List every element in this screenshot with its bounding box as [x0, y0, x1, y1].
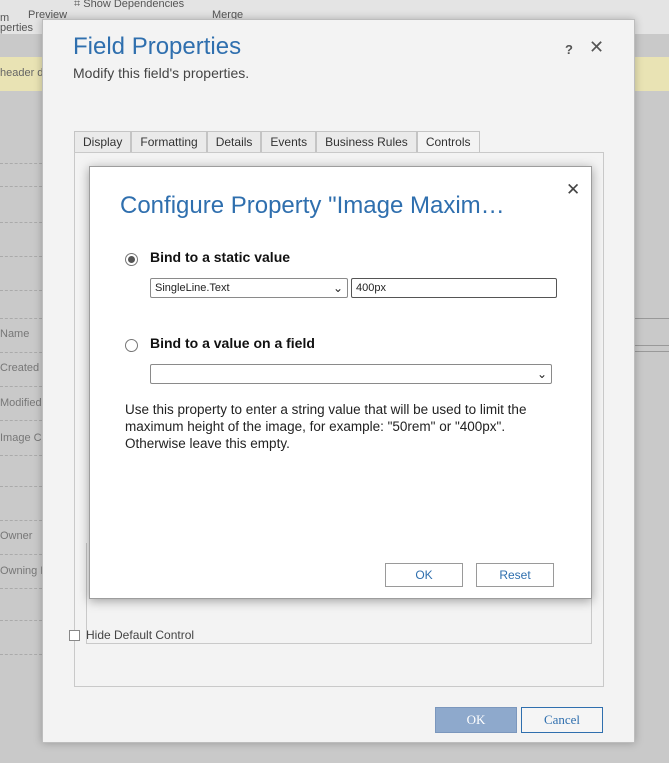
tab-details[interactable]: Details — [206, 131, 262, 152]
property-description: Use this property to enter a string valu… — [125, 402, 527, 451]
field-value-label: Bind to a value on a field — [150, 335, 315, 351]
chevron-down-icon: ⌄ — [536, 367, 547, 381]
divider — [0, 163, 42, 164]
toolbar-item-properties: perties — [0, 22, 34, 34]
static-value-input[interactable]: 400px — [351, 278, 557, 298]
field-value-radio[interactable] — [125, 339, 138, 352]
tab-business-rules[interactable]: Business Rules — [316, 131, 417, 152]
reset-button[interactable]: Reset — [476, 563, 554, 587]
hide-default-control-row[interactable]: Hide Default Control — [69, 628, 194, 642]
divider — [0, 290, 42, 291]
chevron-down-icon: ⌄ — [332, 281, 343, 295]
close-icon[interactable]: ✕ — [566, 180, 580, 200]
divider — [634, 345, 669, 346]
hide-default-control-label: Hide Default Control — [86, 628, 195, 642]
form-label-modified: Modified — [0, 397, 42, 409]
hide-default-control-checkbox[interactable] — [69, 629, 80, 641]
dialog-title: Field Properties — [73, 33, 242, 60]
static-type-selected: SingleLine.Text — [155, 282, 230, 294]
divider — [0, 654, 42, 655]
divider — [0, 588, 42, 589]
configure-property-title: Configure Property "Image Maxim… — [120, 192, 505, 219]
divider — [0, 420, 42, 421]
help-icon[interactable]: ? — [565, 42, 573, 57]
tab-bar: Display Formatting Details Events Busine… — [74, 131, 480, 152]
tab-formatting[interactable]: Formatting — [131, 131, 207, 152]
form-label-owning: Owning B — [0, 565, 48, 577]
divider — [0, 455, 42, 456]
divider — [0, 554, 42, 555]
form-label-created: Created — [0, 362, 40, 374]
static-type-select[interactable]: SingleLine.Text ⌄ — [150, 278, 348, 298]
divider — [0, 386, 42, 387]
configure-property-dialog: Configure Property "Image Maxim… ✕ Bind … — [89, 166, 592, 599]
toolbar-show-dependencies-label: Show Dependencies — [83, 0, 185, 10]
divider — [634, 318, 669, 319]
form-label-owner: Owner — [0, 530, 33, 542]
divider — [0, 186, 42, 187]
static-value-label: Bind to a static value — [150, 249, 291, 265]
divider — [0, 318, 42, 319]
cancel-button[interactable]: Cancel — [521, 707, 603, 733]
banner-text: header d — [0, 67, 44, 79]
form-label-name: Name — [0, 328, 30, 340]
dependencies-icon: ⌗ — [74, 0, 81, 10]
field-select[interactable]: ⌄ — [150, 364, 552, 384]
tab-controls[interactable]: Controls — [416, 131, 480, 152]
divider — [0, 486, 42, 487]
divider — [0, 222, 42, 223]
divider — [0, 620, 42, 621]
divider — [0, 520, 42, 521]
form-label-image: Image C — [0, 432, 42, 444]
tab-display[interactable]: Display — [74, 131, 132, 152]
ok-button[interactable]: OK — [435, 707, 517, 733]
toolbar-show-dependencies[interactable]: ⌗ Show Dependencies — [74, 0, 184, 11]
divider — [0, 352, 42, 353]
static-value-radio[interactable] — [125, 253, 138, 266]
tab-events[interactable]: Events — [261, 131, 317, 152]
divider — [0, 256, 42, 257]
configure-ok-button[interactable]: OK — [385, 563, 463, 587]
close-icon[interactable]: ✕ — [589, 37, 604, 58]
dialog-subtitle: Modify this field's properties. — [73, 65, 250, 81]
divider — [634, 351, 669, 352]
